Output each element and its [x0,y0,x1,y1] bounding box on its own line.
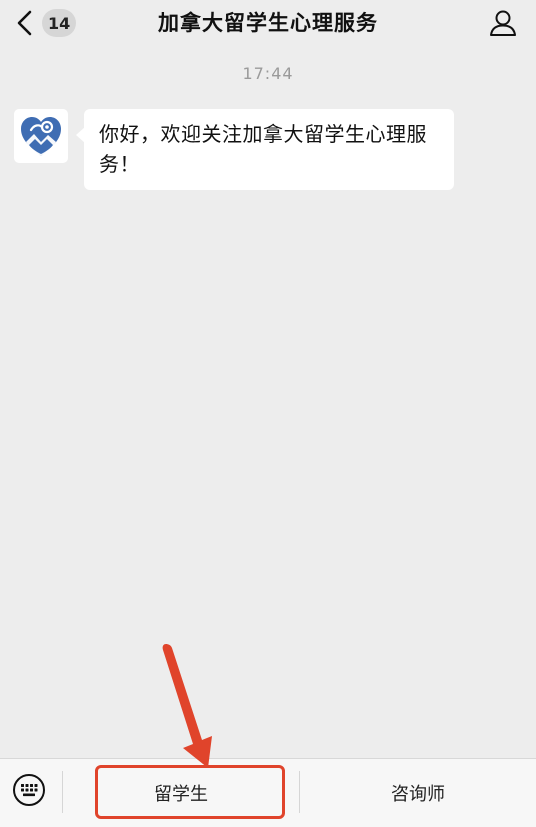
heart-logo-icon [21,117,61,156]
message-row: 你好，欢迎关注加拿大留学生心理服务！ [14,109,454,190]
chevron-left-icon [17,10,32,36]
menu-item-counselors[interactable]: 咨询师 [300,759,536,827]
message-timestamp: 17:44 [242,64,294,83]
chat-title: 加拿大留学生心理服务 [158,11,378,35]
unread-count-badge: 14 [42,9,77,37]
message-bubble[interactable]: 你好，欢迎关注加拿大留学生心理服务！ [76,109,454,190]
menu-item-students[interactable]: 留学生 [63,759,299,827]
red-arrow-icon [162,644,212,768]
back-button[interactable]: 14 [14,6,77,40]
bottom-menu-bar: 留学生 咨询师 [0,758,536,827]
keyboard-icon[interactable] [12,773,46,807]
person-icon[interactable] [488,8,518,38]
header-bar: 14 加拿大留学生心理服务 [0,0,536,50]
sender-avatar[interactable] [14,109,68,163]
